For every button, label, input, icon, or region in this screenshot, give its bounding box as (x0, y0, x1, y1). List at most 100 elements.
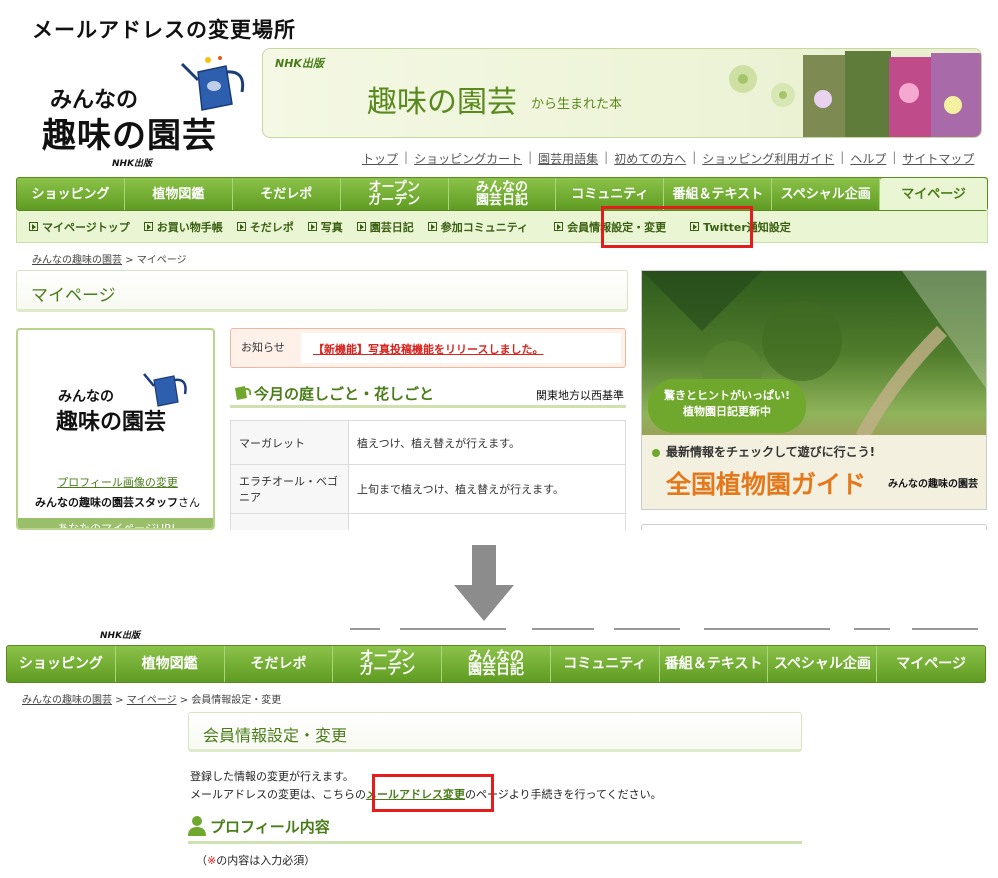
change-profile-image-link[interactable]: プロフィール画像の変更 (18, 474, 213, 490)
nav-garden-diary[interactable]: みんなの 園芸日記 (449, 178, 557, 210)
botanical-garden-ad[interactable]: 驚きとヒントがいっぱい! 植物園日記更新中 最新情報をチェックして遊びに行こう! … (641, 270, 987, 510)
ad-bubble-line2: 植物園日記更新中 (683, 405, 771, 418)
nav-garden-diary[interactable]: みんなの 園芸日記 (442, 646, 551, 682)
instruction-post: のページより手続きを行ってください。 (465, 788, 662, 801)
ad-bubble-line1: 驚きとヒントがいっぱい! (663, 389, 791, 402)
arrow-box-icon (356, 222, 366, 231)
nav-open-garden[interactable]: オープン ガーデン (333, 646, 443, 682)
breadcrumb: みんなの趣味の園芸 > マイページ > 会員情報設定・変更 (22, 695, 282, 706)
subnav-mypage-top[interactable]: マイページトップ (29, 219, 130, 235)
profile-name: みんなの趣味の園芸スタッフさん (18, 494, 213, 510)
book-covers-image (729, 51, 981, 137)
nav-special[interactable]: スペシャル企画 (772, 178, 881, 210)
arrow-box-icon (427, 222, 437, 231)
nav-open-garden[interactable]: オープン ガーデン (341, 178, 449, 210)
util-link-beginners[interactable]: 初めての方へ (608, 150, 692, 167)
profile-section-title: プロフィール内容 (210, 818, 330, 836)
garden-work-title: 今月の庭しごと・花しごと (254, 385, 435, 403)
bottom-utility-links-clipped (344, 624, 984, 636)
subnav-label: お買い物手帳 (156, 220, 223, 234)
down-arrow-icon (454, 545, 514, 621)
nav-mypage[interactable]: マイページ (877, 646, 985, 682)
plant-name[interactable]: エラチオール・ベゴニア (230, 464, 349, 514)
util-link-help[interactable]: ヘルプ (844, 150, 892, 167)
subnav-sodarepo[interactable]: そだレポ (236, 219, 294, 235)
table-row: マーガレット 植えつけ、植え替えが行えます。 (230, 420, 626, 465)
subnav-label: 園芸日記 (369, 220, 414, 234)
subnav-communities[interactable]: 参加コミュニティ (427, 219, 528, 235)
required-note-post: の内容は入力必須） (216, 854, 316, 867)
profile-logo-line1: みんなの (58, 389, 114, 405)
logo-line2: 趣味の園芸 (42, 116, 217, 156)
mypage-heading: マイページ (16, 270, 628, 312)
nav-sodarepo[interactable]: そだレポ (233, 178, 341, 210)
notice-box: お知らせ 【新機能】写真投稿機能をリリースしました。 (230, 328, 626, 368)
notice-label: お知らせ (241, 341, 285, 354)
util-link-shopping-guide[interactable]: ショッピング利用ガイド (696, 150, 840, 167)
main-nav: ショッピング 植物図鑑 そだレポ オープン ガーデン みんなの 園芸日記 コミュニテ… (16, 177, 988, 211)
nav-special[interactable]: スペシャル企画 (768, 646, 878, 682)
subnav-photos[interactable]: 写真 (307, 219, 343, 235)
arrow-box-icon (29, 222, 38, 231)
arrow-box-icon (143, 222, 153, 231)
subnav-label: そだレポ (249, 220, 294, 234)
banner-title: 趣味の園芸 (367, 85, 517, 120)
utility-links: トップ | ショッピングカート | 園芸用語集 | 初めての方へ | ショッピング利用ガ… (356, 150, 980, 167)
profile-card: みんなの 趣味の園芸 プロフィール画像の変更 みんなの趣味の園芸スタッフさん あ… (16, 328, 215, 530)
subnav-shopping-notebook[interactable]: お買い物手帳 (143, 219, 223, 235)
subnav-label: マイページトップ (42, 220, 130, 234)
nav-programs-texts[interactable]: 番組＆テキスト (660, 646, 769, 682)
screenshot-cut (0, 530, 998, 544)
ad-brand: みんなの趣味の園芸 (888, 479, 978, 490)
main-nav: ショッピング 植物図鑑 そだレポ オープン ガーデン みんなの 園芸日記 コミュニテ… (6, 645, 986, 683)
breadcrumb-home[interactable]: みんなの趣味の園芸 (22, 695, 112, 706)
garden-work-region: 関東地方以西基準 (536, 389, 624, 402)
book-banner[interactable]: NHK出版 趣味の園芸 から生まれた本 (262, 48, 982, 138)
nav-open-garden-l2: ガーデン (368, 193, 421, 208)
util-link-top[interactable]: トップ (356, 150, 404, 167)
mypage-sub-nav: マイページトップ お買い物手帳 そだレポ 写真 園芸日記 参加コミュニティ 会員… (16, 211, 988, 243)
plant-task: 植えつけ、植え替えが行えます。 (348, 420, 626, 465)
logo-publisher: NHK出版 (112, 159, 153, 169)
breadcrumb: みんなの趣味の園芸 > マイページ (32, 255, 187, 266)
banner-subtitle: から生まれた本 (531, 97, 623, 112)
profile-name-text: みんなの趣味の園芸スタッフ (35, 496, 178, 509)
ad-line2: 全国植物園ガイド (666, 470, 867, 499)
nav-mypage[interactable]: マイページ (880, 178, 988, 210)
ad-line1: 最新情報をチェックして遊びに行こう! (666, 445, 876, 459)
arrow-box-icon (554, 222, 564, 231)
nav-community[interactable]: コミュニティ (551, 646, 660, 682)
util-link-glossary[interactable]: 園芸用語集 (532, 150, 604, 167)
watering-can-icon (235, 386, 252, 400)
profile-name-suffix: さん (178, 496, 200, 509)
nav-plant-encyclopedia[interactable]: 植物図鑑 (116, 646, 225, 682)
arrow-box-icon (236, 222, 246, 231)
subnav-garden-diary[interactable]: 園芸日記 (356, 219, 414, 235)
user-icon (188, 816, 206, 836)
plant-name[interactable]: マーガレット (230, 420, 349, 465)
site-logo[interactable]: みんなの 趣味の園芸 NHK出版 (40, 52, 250, 172)
util-link-cart[interactable]: ショッピングカート (408, 150, 528, 167)
highlight-box-email-change (372, 774, 494, 812)
subnav-label: 写真 (320, 220, 343, 234)
bottom-publisher-logo: NHK出版 (100, 631, 141, 641)
nav-shopping[interactable]: ショッピング (7, 646, 116, 682)
breadcrumb-home[interactable]: みんなの趣味の園芸 (32, 255, 122, 266)
nav-plant-encyclopedia[interactable]: 植物図鑑 (125, 178, 233, 210)
util-link-sitemap[interactable]: サイトマップ (896, 150, 980, 167)
table-row: エラチオール・ベゴニア 上旬まで植えつけ、植え替えが行えます。 (230, 464, 626, 514)
breadcrumb-mypage[interactable]: マイページ (127, 695, 177, 706)
required-note-pre: （ (196, 854, 207, 867)
highlight-box-member-settings (601, 206, 753, 248)
nav-sodarepo[interactable]: そだレポ (225, 646, 334, 682)
nav-shopping[interactable]: ショッピング (17, 178, 125, 210)
page-title: メールアドレスの変更場所 (32, 18, 296, 42)
nav-open-garden-l2: ガーデン (359, 662, 416, 678)
profile-section-header: プロフィール内容 (188, 814, 802, 844)
profile-logo-line2: 趣味の園芸 (56, 410, 167, 435)
banner-publisher: NHK出版 (275, 57, 324, 70)
instruction-pre: メールアドレスの変更は、こちらの (190, 788, 366, 801)
notice-message-link[interactable]: 【新機能】写真投稿機能をリリースしました。 (301, 333, 621, 363)
intro-text: 登録した情報の変更が行えます。 (190, 770, 354, 783)
garden-work-header: 今月の庭しごと・花しごと 関東地方以西基準 (230, 380, 626, 408)
